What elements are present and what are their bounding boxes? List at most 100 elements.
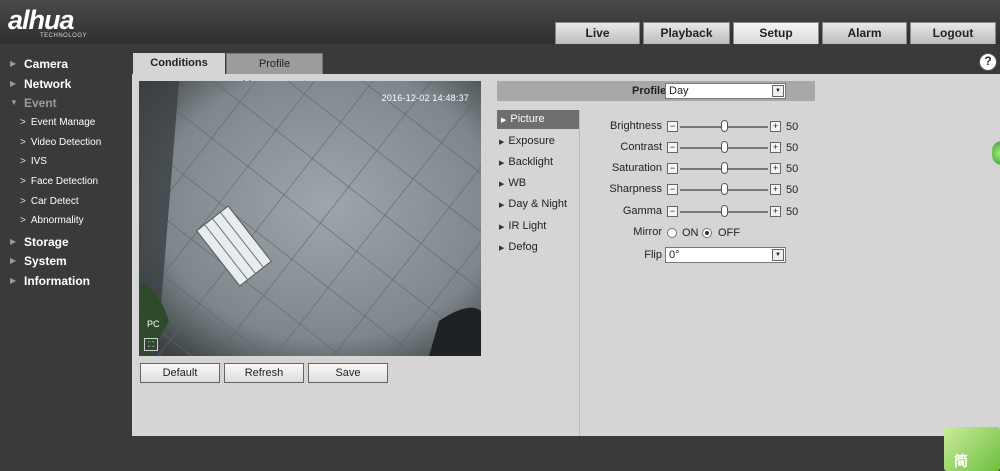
brightness-slider-knob[interactable] <box>721 120 728 132</box>
menu-item-label: Exposure <box>508 135 555 147</box>
sidebar-item-storage[interactable]: Storage <box>24 235 69 249</box>
sharpness-value: 50 <box>786 184 799 196</box>
sidebar-subitem-video-detection[interactable]: > Video Detection <box>20 137 101 148</box>
sidebar-subitem-label: Event Manage <box>30 117 96 128</box>
refresh-button[interactable]: Refresh <box>224 363 304 383</box>
arrow-right-icon: ▶ <box>501 117 507 124</box>
chevron-right-icon: > <box>20 196 26 207</box>
chevron-right-icon: > <box>20 176 26 187</box>
tab-conditions[interactable]: Conditions <box>133 53 225 74</box>
nav-logout-button[interactable]: Logout <box>910 22 996 44</box>
chevron-right-icon: > <box>20 156 26 167</box>
mirror-on-radio[interactable] <box>667 228 677 238</box>
contrast-value: 50 <box>786 142 799 154</box>
gamma-minus-button[interactable]: − <box>667 206 678 217</box>
menu-item-backlight[interactable]: ▶ Backlight <box>499 156 553 168</box>
sidebar-item-system[interactable]: System <box>24 254 67 268</box>
contrast-plus-button[interactable]: + <box>770 142 781 153</box>
saturation-plus-button[interactable]: + <box>770 163 781 174</box>
menu-item-ir-light[interactable]: ▶ IR Light <box>499 220 546 232</box>
mirror-off-label: OFF <box>718 227 740 239</box>
gamma-slider-knob[interactable] <box>721 205 728 217</box>
sidebar-subitem-ivs[interactable]: > IVS <box>20 156 47 167</box>
sidebar-subitem-label: IVS <box>30 156 47 167</box>
brightness-value: 50 <box>786 121 799 133</box>
chevron-down-icon: ▼ <box>772 85 784 97</box>
menu-item-label: Defog <box>508 241 538 253</box>
flip-select[interactable]: 0° ▼ <box>665 247 786 263</box>
top-header: alhua TECHNOLOGY Live Playback Setup Ala… <box>0 0 1000 44</box>
gamma-plus-button[interactable]: + <box>770 206 781 217</box>
arrow-right-icon: ▶ <box>499 139 505 146</box>
arrow-right-icon: ▶ <box>499 160 505 167</box>
collapsed-arrow-icon: ▶ <box>10 256 17 265</box>
sidebar-subitem-label: Video Detection <box>30 137 102 148</box>
sidebar-item-camera[interactable]: Camera <box>24 57 68 71</box>
chevron-down-icon: ▼ <box>772 249 784 261</box>
default-button[interactable]: Default <box>140 363 220 383</box>
menu-item-defog[interactable]: ▶ Defog <box>499 241 538 253</box>
collapsed-arrow-icon: ▶ <box>10 276 17 285</box>
help-icon[interactable]: ? <box>979 53 997 71</box>
saturation-slider-knob[interactable] <box>721 162 728 174</box>
footer-bar <box>132 436 1000 471</box>
save-button[interactable]: Save <box>308 363 388 383</box>
saturation-minus-button[interactable]: − <box>667 163 678 174</box>
menu-item-day-night[interactable]: ▶ Day & Night <box>499 198 567 210</box>
ime-char: 简 <box>954 453 968 469</box>
profile-select-value: Day <box>669 85 689 97</box>
sidebar-item-information[interactable]: Information <box>24 274 90 288</box>
tab-profile-management[interactable]: Profile Management <box>226 53 323 91</box>
menu-item-label: Picture <box>510 113 545 125</box>
sharpness-plus-button[interactable]: + <box>770 184 781 195</box>
sharpness-minus-button[interactable]: − <box>667 184 678 195</box>
nav-setup-button[interactable]: Setup <box>733 22 819 44</box>
expanded-arrow-icon: ▼ <box>10 98 18 107</box>
contrast-minus-button[interactable]: − <box>667 142 678 153</box>
collapsed-arrow-icon: ▶ <box>10 237 17 246</box>
video-preview: 2016-12-02 14:48:37 PC ⛶ <box>139 81 481 356</box>
logo: alhua <box>8 5 75 35</box>
mirror-off-radio[interactable] <box>702 228 712 238</box>
sidebar-subitem-label: Face Detection <box>30 176 99 187</box>
sidebar-subitem-car-detect[interactable]: > Car Detect <box>20 196 79 207</box>
brightness-plus-button[interactable]: + <box>770 121 781 132</box>
sharpness-slider-knob[interactable] <box>721 183 728 195</box>
sidebar-subitem-label: Abnormality <box>30 215 84 226</box>
menu-item-wb[interactable]: ▶ WB <box>499 177 526 189</box>
arrow-right-icon: ▶ <box>499 224 505 231</box>
sidebar-item-event[interactable]: Event <box>24 96 57 110</box>
arrow-right-icon: ▶ <box>499 202 505 209</box>
sidebar-item-network[interactable]: Network <box>24 77 71 91</box>
nav-alarm-button[interactable]: Alarm <box>822 22 907 44</box>
menu-item-label: Day & Night <box>508 198 568 210</box>
gamma-label: Gamma <box>622 205 662 217</box>
collapsed-arrow-icon: ▶ <box>10 59 17 68</box>
nav-live-button[interactable]: Live <box>555 22 640 44</box>
ime-widget[interactable]: 简 <box>944 427 1000 471</box>
gamma-value: 50 <box>786 206 799 218</box>
video-timestamp: 2016-12-02 14:48:37 <box>381 93 469 103</box>
nav-playback-button[interactable]: Playback <box>643 22 730 44</box>
fullscreen-icon[interactable]: ⛶ <box>144 338 158 351</box>
saturation-value: 50 <box>786 163 799 175</box>
arrow-right-icon: ▶ <box>499 245 505 252</box>
sidebar-subitem-face-detection[interactable]: > Face Detection <box>20 176 98 187</box>
brightness-label: Brightness <box>610 120 662 132</box>
brightness-minus-button[interactable]: − <box>667 121 678 132</box>
mirror-on-label: ON <box>682 227 699 239</box>
sidebar-subitem-event-manage[interactable]: > Event Manage <box>20 117 95 128</box>
menu-item-label: Backlight <box>508 156 554 168</box>
chevron-right-icon: > <box>20 117 26 128</box>
sharpness-label: Sharpness <box>609 183 662 195</box>
flip-label: Flip <box>644 249 662 261</box>
menu-item-picture[interactable]: ▶ Picture <box>497 110 579 129</box>
menu-item-label: WB <box>508 177 527 189</box>
contrast-slider-knob[interactable] <box>721 141 728 153</box>
sidebar-subitem-abnormality[interactable]: > Abnormality <box>20 215 84 226</box>
collapsed-arrow-icon: ▶ <box>10 79 17 88</box>
profile-select[interactable]: Day ▼ <box>665 83 786 99</box>
menu-item-exposure[interactable]: ▶ Exposure <box>499 135 555 147</box>
flip-select-value: 0° <box>669 249 680 261</box>
arrow-right-icon: ▶ <box>499 181 505 188</box>
